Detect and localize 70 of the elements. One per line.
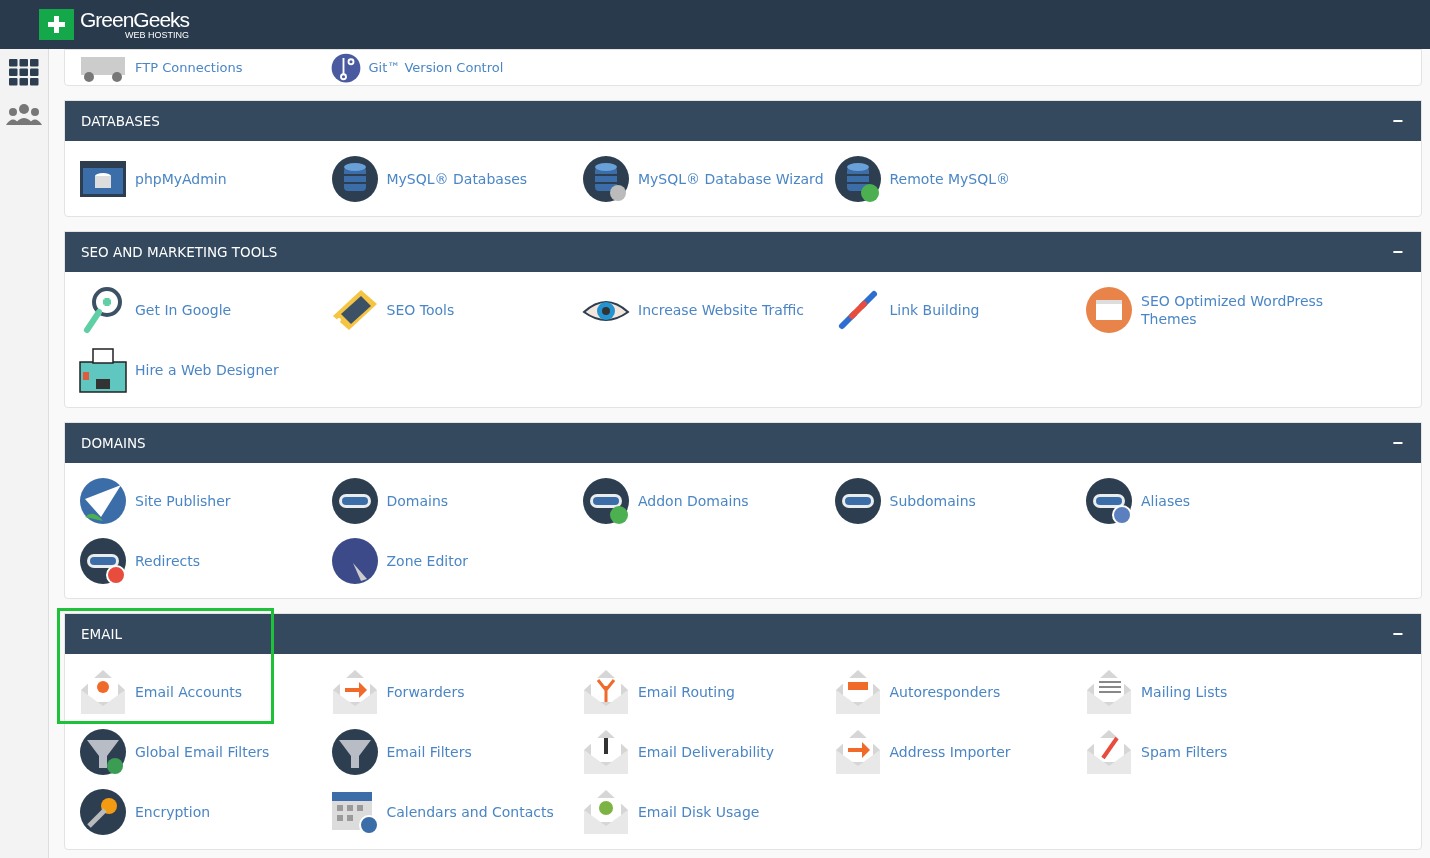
domain-icon xyxy=(582,477,630,525)
funnel-icon xyxy=(330,728,379,776)
collapse-button[interactable]: − xyxy=(1392,432,1403,454)
domain-icon xyxy=(330,477,379,525)
envelope-icon xyxy=(582,788,630,836)
tool-link[interactable]: Domains xyxy=(330,471,582,531)
logo-icon xyxy=(39,9,74,40)
collapse-button[interactable]: − xyxy=(1392,110,1403,132)
tool-link[interactable]: MySQL® Database Wizard xyxy=(582,149,834,209)
tool-link[interactable]: Remote MySQL® xyxy=(833,149,1085,209)
funnel-icon xyxy=(79,728,127,776)
tool-link[interactable]: phpMyAdmin xyxy=(79,149,331,209)
tool-link[interactable]: Increase Website Traffic xyxy=(582,280,834,340)
tool-link[interactable]: Get In Google xyxy=(79,280,331,340)
grid-icon[interactable] xyxy=(9,59,39,87)
brand-tagline: WEB HOSTING xyxy=(125,29,190,40)
tool-link[interactable]: Calendars and Contacts xyxy=(330,782,582,842)
database-icon xyxy=(330,155,379,203)
users-icon[interactable] xyxy=(6,103,42,125)
domain-icon xyxy=(79,537,127,585)
envelope-icon xyxy=(1085,668,1133,716)
paper-plane-icon xyxy=(79,477,127,525)
tool-link[interactable]: Email Routing xyxy=(582,662,834,722)
tool-link[interactable]: Autoresponders xyxy=(833,662,1085,722)
database-icon xyxy=(833,155,882,203)
domain-icon xyxy=(1085,477,1133,525)
tool-link[interactable]: Subdomains xyxy=(833,471,1085,531)
tool-link[interactable]: Spam Filters xyxy=(1085,722,1337,782)
key-icon xyxy=(79,788,127,836)
tool-link[interactable]: Email Accounts xyxy=(79,662,331,722)
envelope-icon xyxy=(833,668,882,716)
tool-link[interactable]: Git™ Version Control xyxy=(330,52,582,83)
brand-name: GreenGeeks xyxy=(80,9,190,30)
envelope-icon xyxy=(330,668,379,716)
tool-link[interactable]: Mailing Lists xyxy=(1085,662,1337,722)
domain-icon xyxy=(833,477,882,525)
browser-icon xyxy=(1085,286,1133,334)
tool-link[interactable]: Aliases xyxy=(1085,471,1337,531)
envelope-icon xyxy=(582,728,630,776)
tool-link[interactable]: SEO Tools xyxy=(330,280,582,340)
tool-link[interactable]: Address Importer xyxy=(833,722,1085,782)
envelope-icon xyxy=(1085,728,1133,776)
tool-link[interactable]: Redirects xyxy=(79,531,331,591)
pointer-icon xyxy=(330,537,379,585)
database-icon xyxy=(582,155,630,203)
section-title: DATABASES xyxy=(81,113,160,129)
envelope-icon xyxy=(833,728,882,776)
tool-link[interactable]: Zone Editor xyxy=(330,531,582,591)
section-title: SEO AND MARKETING TOOLS xyxy=(81,244,278,260)
tool-link[interactable]: Global Email Filters xyxy=(79,722,331,782)
collapse-button[interactable]: − xyxy=(1392,241,1403,263)
collapse-button[interactable]: − xyxy=(1392,623,1403,645)
envelope-icon xyxy=(79,668,127,716)
tool-link[interactable]: Site Publisher xyxy=(79,471,331,531)
section-title: EMAIL xyxy=(81,626,122,642)
branch-icon xyxy=(330,52,361,83)
tool-link[interactable]: Encryption xyxy=(79,782,331,842)
tool-link[interactable]: Email Filters xyxy=(330,722,582,782)
tool-link[interactable]: Addon Domains xyxy=(582,471,834,531)
tool-link[interactable]: MySQL® Databases xyxy=(330,149,582,209)
tool-link[interactable]: Forwarders xyxy=(330,662,582,722)
tool-link[interactable]: Email Disk Usage xyxy=(582,782,834,842)
section-title: DOMAINS xyxy=(81,435,146,451)
desk-icon xyxy=(79,346,127,394)
tool-link[interactable]: FTP Connections xyxy=(79,52,331,83)
tool-link[interactable]: Hire a Web Designer xyxy=(79,340,331,400)
tool-link[interactable]: Email Deliverability xyxy=(582,722,834,782)
envelope-icon xyxy=(582,668,630,716)
tool-link[interactable]: Link Building xyxy=(833,280,1085,340)
tool-link[interactable]: SEO Optimized WordPress Themes xyxy=(1085,280,1337,340)
